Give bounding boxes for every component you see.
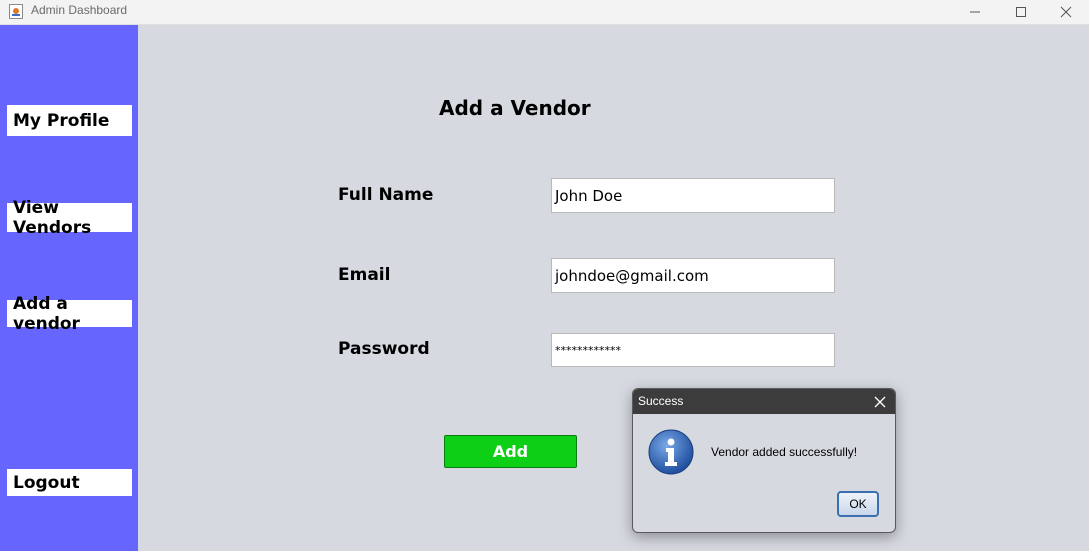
close-window-button[interactable] [1043, 0, 1089, 24]
full-name-label: Full Name [338, 185, 434, 205]
page-title: Add a Vendor [439, 96, 591, 120]
dialog-title: Success [638, 394, 684, 408]
minimize-button[interactable] [952, 0, 998, 24]
maximize-button[interactable] [998, 0, 1044, 24]
window-title: Admin Dashboard [31, 3, 128, 17]
password-field[interactable]: ************ [551, 333, 835, 367]
dialog-title-bar: Success [633, 389, 895, 414]
info-icon [648, 429, 694, 475]
minimize-icon [970, 11, 980, 13]
dialog-message: Vendor added successfully! [711, 445, 858, 459]
close-icon [1060, 6, 1072, 18]
sidebar-item-logout[interactable]: Logout [7, 469, 132, 496]
email-field[interactable]: johndoe@gmail.com [551, 258, 835, 293]
success-dialog: Success Vendor added successfully! OK [632, 388, 896, 533]
email-label: Email [338, 265, 391, 285]
title-bar: Admin Dashboard [0, 0, 1089, 25]
sidebar: My Profile View Vendors Add a vendor Log… [0, 25, 138, 551]
ok-button[interactable]: OK [837, 491, 879, 517]
full-name-field[interactable]: John Doe [551, 178, 835, 213]
sidebar-item-view-vendors[interactable]: View Vendors [7, 198, 132, 238]
sidebar-item-add-vendor[interactable]: Add a vendor [7, 294, 132, 334]
add-button[interactable]: Add [444, 435, 577, 468]
close-icon [874, 396, 886, 408]
sidebar-item-my-profile[interactable]: My Profile [7, 105, 132, 136]
maximize-icon [1016, 7, 1026, 17]
password-label: Password [338, 339, 430, 359]
java-app-icon [9, 4, 23, 19]
dialog-close-button[interactable] [873, 394, 887, 408]
